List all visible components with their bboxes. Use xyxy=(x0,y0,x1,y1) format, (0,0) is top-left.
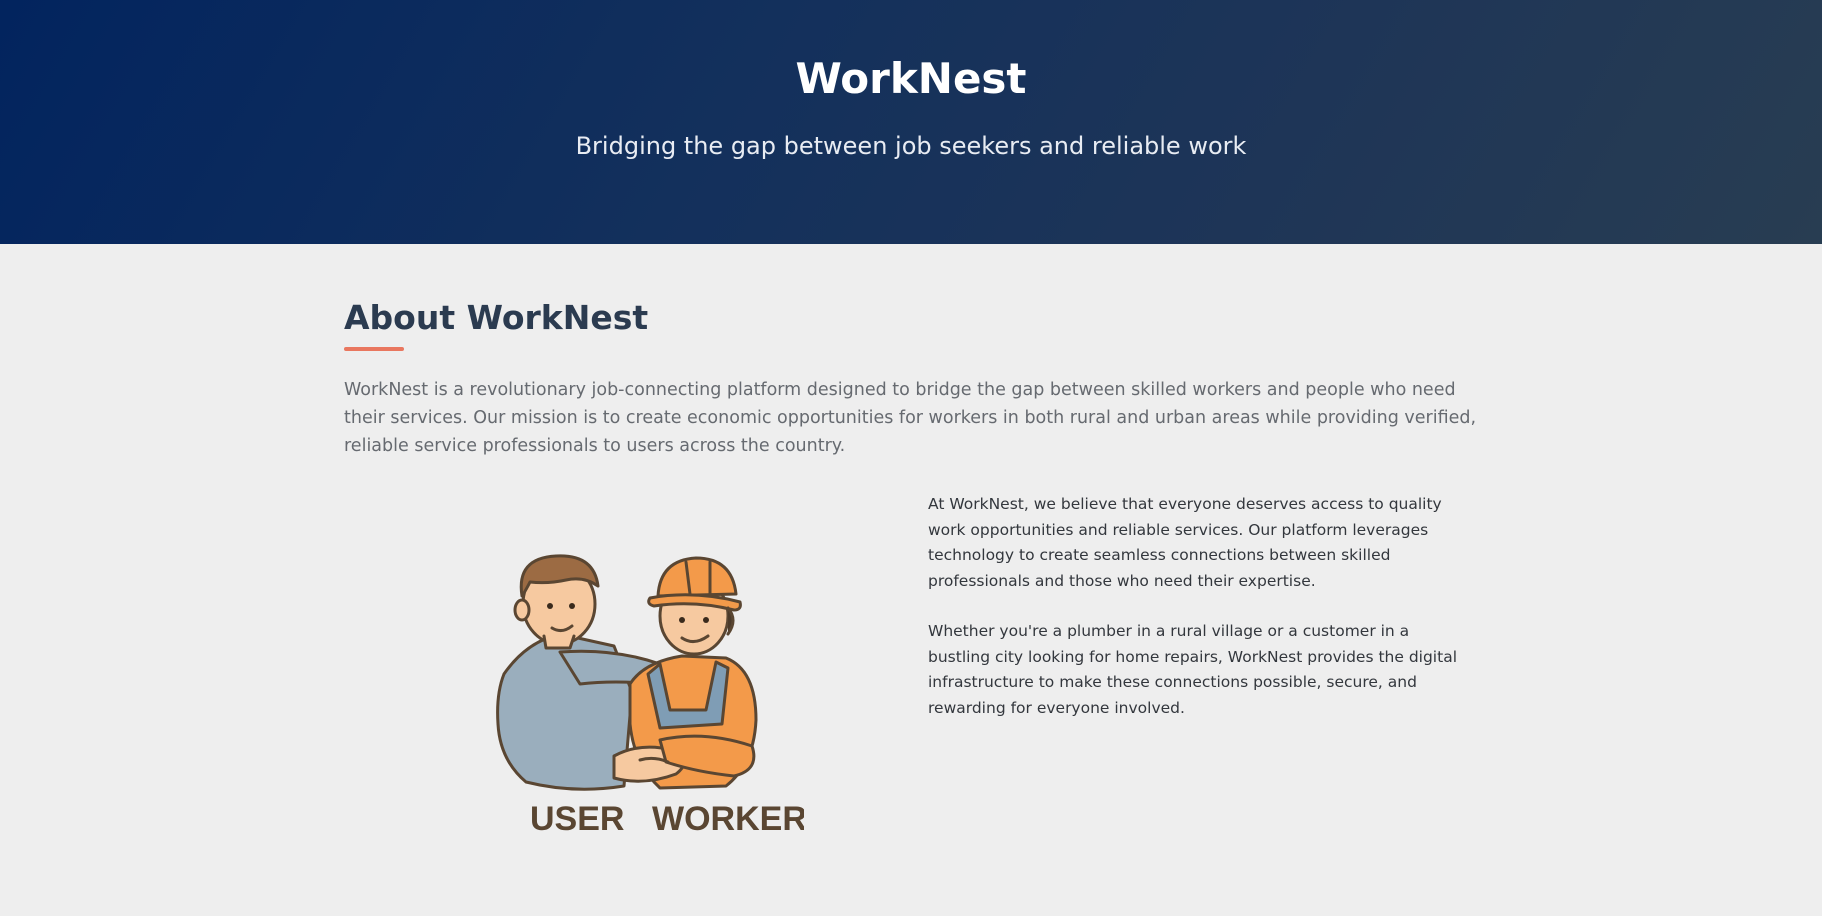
user-worker-illustration: USER WORKER xyxy=(464,524,804,844)
about-heading: About WorkNest xyxy=(344,298,649,337)
about-paragraph: Whether you're a plumber in a rural vill… xyxy=(928,622,1457,717)
user-worker-image: USER WORKER xyxy=(496,554,804,838)
site-title: WorkNest xyxy=(795,54,1027,103)
heading-underline xyxy=(344,347,404,351)
about-intro: WorkNest is a revolutionary job-connecti… xyxy=(344,380,1477,456)
site-tagline: Bridging the gap between job seekers and… xyxy=(575,132,1247,160)
worker-label: WORKER xyxy=(652,800,804,838)
hero-banner: WorkNest Bridging the gap between job se… xyxy=(0,0,1822,244)
about-body: At WorkNest, we believe that everyone de… xyxy=(928,492,1468,746)
about-paragraph: At WorkNest, we believe that everyone de… xyxy=(928,495,1442,590)
user-label: USER xyxy=(530,800,624,838)
